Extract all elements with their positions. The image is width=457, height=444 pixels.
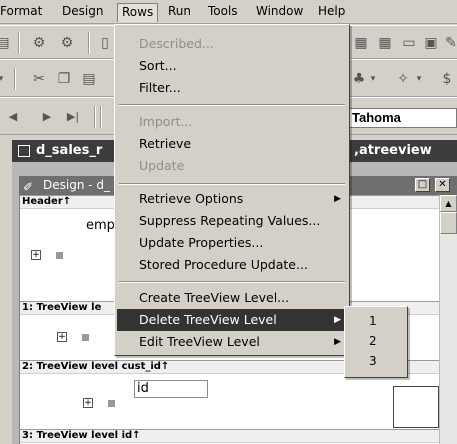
vertical-scrollbar[interactable]: ▲ (439, 195, 457, 444)
menu-item-retrieve[interactable]: Retrieve (117, 133, 347, 155)
menu-separator (119, 104, 345, 106)
bits-icon[interactable]: ▦ (352, 34, 370, 52)
toolbar-separator (18, 32, 20, 54)
dropdown-arrow-icon[interactable]: ▾ (410, 70, 428, 88)
submenu-item-level-2[interactable]: 2 (347, 331, 405, 351)
menu-item-update-properties[interactable]: Update Properties... (117, 232, 347, 254)
next-icon[interactable]: ▶ (38, 108, 56, 126)
toolbar-separator (94, 106, 96, 128)
menu-tools[interactable]: Tools (204, 3, 242, 22)
menu-format[interactable]: Format (0, 3, 46, 22)
band-treeview-level-3[interactable]: 3: TreeView level id↑ (20, 429, 439, 443)
menu-item-import[interactable]: Import... (117, 111, 347, 133)
datawindow-title: d_sales_r (36, 143, 103, 158)
menu-item-label: Import... (139, 114, 193, 129)
submenu-item-level-3[interactable]: 3 (347, 351, 405, 371)
document-icon[interactable]: ▯ (96, 34, 114, 52)
expand-icon[interactable]: + (57, 332, 67, 342)
maximize-icon[interactable]: □ (415, 178, 430, 192)
bus-icon[interactable]: ▭ (400, 34, 418, 52)
submenu-arrow-icon: ▶ (334, 337, 341, 347)
gear-icon[interactable]: ⚙ (30, 34, 48, 52)
bits-alt-icon[interactable]: ▦ (376, 34, 394, 52)
submenu-item-level-1[interactable]: 1 (347, 311, 405, 331)
toolbar-separator (88, 32, 90, 54)
menu-item-label: Delete TreeView Level (139, 312, 277, 327)
menu-item-edit-treeview-level[interactable]: Edit TreeView Level ▶ (117, 331, 347, 353)
menu-separator (119, 281, 345, 283)
scroll-thumb[interactable] (440, 212, 457, 234)
dollar-icon[interactable]: $ (438, 70, 456, 88)
menu-item-label: Suppress Repeating Values... (139, 213, 321, 228)
menu-item-stored-procedure-update[interactable]: Stored Procedure Update... (117, 254, 347, 276)
previous-icon[interactable]: ◀ (4, 108, 22, 126)
menu-item-suppress-repeating[interactable]: Suppress Repeating Values... (117, 210, 347, 232)
font-name-field[interactable]: Tahoma (348, 108, 457, 128)
computed-field-box[interactable] (393, 386, 439, 428)
menu-item-label: Filter... (139, 80, 181, 95)
menu-item-retrieve-options[interactable]: Retrieve Options ▶ (117, 188, 347, 210)
dropdown-arrow-icon[interactable]: ▾ (364, 70, 382, 88)
menu-design[interactable]: Design (58, 3, 107, 22)
delete-treeview-level-submenu: 1 2 3 (344, 306, 408, 378)
scroll-up-icon[interactable]: ▲ (440, 195, 457, 212)
toolbar-separator (100, 106, 102, 128)
tree-node-icon (56, 252, 63, 259)
cut-icon[interactable]: ✂ (30, 70, 48, 88)
window-icon (18, 145, 30, 157)
print-icon[interactable]: ▤ (0, 34, 12, 52)
tree-node-icon (108, 400, 115, 407)
menu-item-sort[interactable]: Sort... (117, 55, 347, 77)
menu-item-create-treeview-level[interactable]: Create TreeView Level... (117, 287, 347, 309)
menu-run[interactable]: Run (164, 3, 195, 22)
menu-item-filter[interactable]: Filter... (117, 77, 347, 99)
gear-alt-icon[interactable]: ⚙ (58, 34, 76, 52)
menu-item-label: Create TreeView Level... (139, 290, 290, 305)
submenu-arrow-icon: ▶ (334, 194, 341, 204)
design-title: Design - d_ (43, 178, 111, 192)
field-id[interactable]: id (134, 380, 208, 398)
menu-item-described[interactable]: Described... (117, 33, 347, 55)
tools-icon[interactable]: ✎ (442, 34, 457, 52)
close-icon[interactable]: ✕ (435, 178, 450, 192)
menu-item-label: Stored Procedure Update... (139, 257, 308, 272)
menu-help[interactable]: Help (314, 3, 349, 22)
menu-item-label: Described... (139, 36, 214, 51)
menu-item-delete-treeview-level[interactable]: Delete TreeView Level ▶ (117, 309, 347, 331)
last-icon[interactable]: ▶| (64, 108, 82, 126)
menu-item-label: Retrieve Options (139, 191, 244, 206)
menu-item-label: Update Properties... (139, 235, 264, 250)
paste-icon[interactable]: ▤ (80, 70, 98, 88)
menu-item-label: Retrieve (139, 136, 192, 151)
toolbar-separator (14, 68, 16, 90)
menu-item-label: Update (139, 158, 185, 173)
menu-rows[interactable]: Rows (117, 3, 159, 22)
dropdown-arrow-icon[interactable]: ▾ (0, 70, 10, 88)
disk-icon[interactable]: ▣ (422, 34, 440, 52)
copy-icon[interactable]: ❐ (55, 70, 73, 88)
tree-node-icon (82, 334, 89, 341)
rows-menu: Described... Sort... Filter... Import...… (114, 24, 350, 356)
submenu-arrow-icon: ▶ (334, 315, 341, 325)
expand-icon[interactable]: + (31, 250, 41, 260)
menu-item-label: Edit TreeView Level (139, 334, 260, 349)
menu-separator (119, 183, 345, 185)
menu-window[interactable]: Window (252, 3, 307, 22)
menu-item-label: Sort... (139, 58, 177, 73)
menu-item-update[interactable]: Update (117, 155, 347, 177)
menu-bar: Format Design Rows Run Tools Window Help (0, 0, 457, 24)
expand-icon[interactable]: + (83, 398, 93, 408)
